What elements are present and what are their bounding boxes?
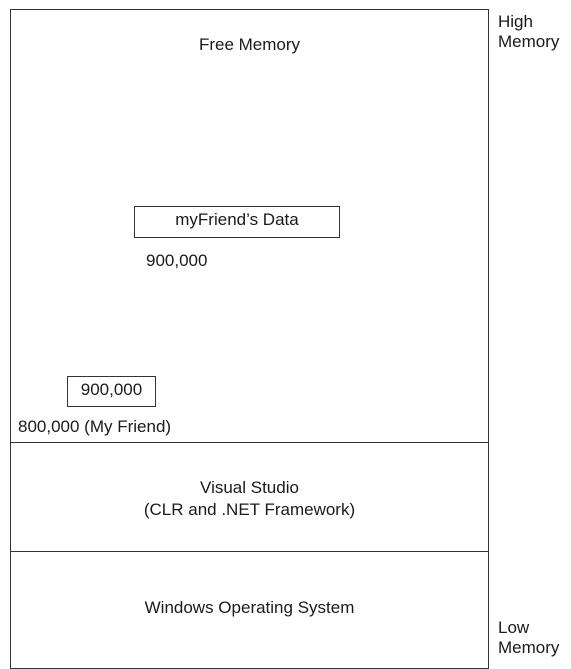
high-memory-label-line1: High xyxy=(498,12,533,31)
low-memory-label-line2: Memory xyxy=(498,638,560,657)
low-memory-label-line1: Low xyxy=(498,618,530,637)
heap-object-address: 900,000 xyxy=(146,251,208,270)
windows-os-label: Windows Operating System xyxy=(144,598,355,617)
visual-studio-label-line2: (CLR and .NET Framework) xyxy=(143,500,356,519)
heap-object-label: myFriend’s Data xyxy=(175,210,299,229)
memory-map xyxy=(10,9,489,669)
divider-windows-os xyxy=(10,551,489,552)
divider-visual-studio xyxy=(10,442,489,443)
stack-variable-value: 900,000 xyxy=(80,380,143,399)
heap-object-box: myFriend’s Data xyxy=(134,206,340,238)
free-memory-label: Free Memory xyxy=(198,35,301,54)
stack-variable-address: 800,000 (My Friend) xyxy=(18,417,172,436)
stack-variable-box: 900,000 xyxy=(67,376,156,407)
high-memory-label-line2: Memory xyxy=(498,32,560,51)
visual-studio-label-line1: Visual Studio xyxy=(200,478,299,497)
